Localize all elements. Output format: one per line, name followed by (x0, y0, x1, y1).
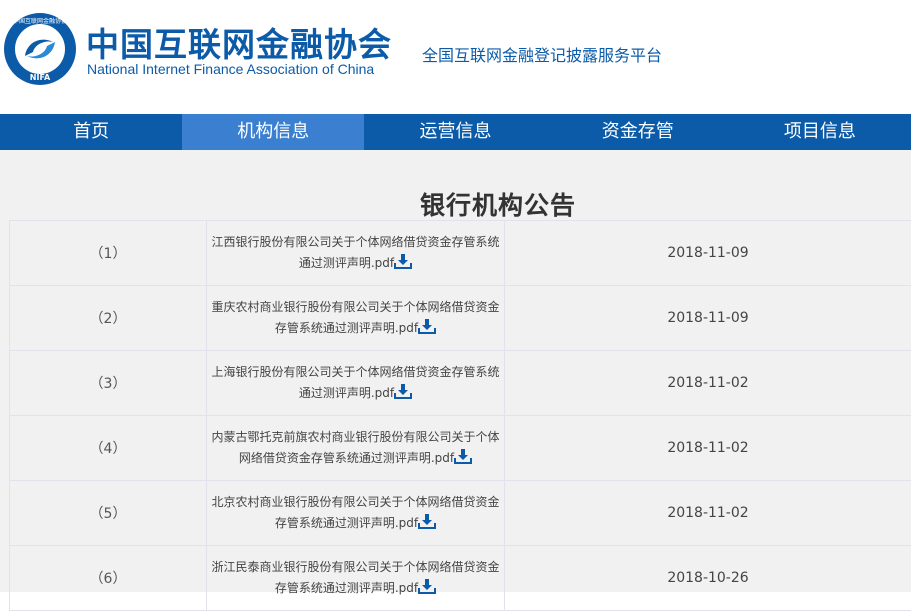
announcement-cell: 北京农村商业银行股份有限公司关于个体网络借贷资金存管系统通过测评声明.pdf (207, 481, 505, 545)
table-row: （4） 内蒙古鄂托克前旗农村商业银行股份有限公司关于个体网络借贷资金存管系统通过… (9, 416, 911, 481)
nav-item-operation-info[interactable]: 运营信息 (364, 114, 546, 150)
announcement-cell: 浙江民泰商业银行股份有限公司关于个体网络借贷资金存管系统通过测评声明.pdf (207, 546, 505, 610)
announcement-cell: 江西银行股份有限公司关于个体网络借贷资金存管系统通过测评声明.pdf (207, 221, 505, 285)
nav-item-home[interactable]: 首页 (0, 114, 182, 150)
announcement-link[interactable]: 重庆农村商业银行股份有限公司关于个体网络借贷资金存管系统通过测评声明.pdf (211, 300, 499, 335)
download-icon[interactable] (394, 254, 413, 269)
platform-name: 全国互联网金融登记披露服务平台 (422, 46, 663, 65)
logo-ring-text: 中国互联网金融协会 (13, 17, 67, 25)
announcement-date: 2018-11-09 (667, 310, 749, 326)
table-row: （3） 上海银行股份有限公司关于个体网络借贷资金存管系统通过测评声明.pdf 2… (9, 351, 911, 416)
announcement-date: 2018-10-26 (667, 570, 749, 586)
nav-item-fund-custody[interactable]: 资金存管 (547, 114, 729, 150)
announcement-link[interactable]: 上海银行股份有限公司关于个体网络借贷资金存管系统通过测评声明.pdf (211, 365, 499, 400)
table-row: （1） 江西银行股份有限公司关于个体网络借贷资金存管系统通过测评声明.pdf 2… (9, 221, 911, 286)
site-header: 中国互联网金融协会 NIFA 中国互联网金融协会 National Intern… (0, 0, 911, 114)
table-row: （5） 北京农村商业银行股份有限公司关于个体网络借贷资金存管系统通过测评声明.p… (9, 481, 911, 546)
table-row: （2） 重庆农村商业银行股份有限公司关于个体网络借贷资金存管系统通过测评声明.p… (9, 286, 911, 351)
announcement-link[interactable]: 江西银行股份有限公司关于个体网络借贷资金存管系统通过测评声明.pdf (211, 235, 499, 270)
page-title: 银行机构公告 (419, 191, 576, 220)
table-row: （6） 浙江民泰商业银行股份有限公司关于个体网络借贷资金存管系统通过测评声明.p… (9, 546, 911, 611)
announcement-date: 2018-11-02 (667, 505, 749, 521)
announcement-date: 2018-11-09 (667, 245, 749, 261)
row-number: （2） (10, 286, 207, 350)
nifa-logo[interactable]: 中国互联网金融协会 NIFA (3, 12, 77, 86)
announcement-cell: 上海银行股份有限公司关于个体网络借贷资金存管系统通过测评声明.pdf (207, 351, 505, 415)
row-number: （5） (10, 481, 207, 545)
announcement-link[interactable]: 浙江民泰商业银行股份有限公司关于个体网络借贷资金存管系统通过测评声明.pdf (211, 560, 499, 595)
org-name-cn: 中国互联网金融协会 (86, 25, 392, 64)
announcement-cell: 内蒙古鄂托克前旗农村商业银行股份有限公司关于个体网络借贷资金存管系统通过测评声明… (207, 416, 505, 480)
org-name-en: National Internet Finance Association of… (87, 61, 375, 77)
row-number: （1） (10, 221, 207, 285)
nav-item-institution-info[interactable]: 机构信息 (182, 114, 365, 150)
announcement-date: 2018-11-02 (667, 375, 749, 391)
logo-nifa-text: NIFA (30, 73, 51, 82)
nav-item-project-info[interactable]: 项目信息 (729, 114, 911, 150)
content-area: 银行机构公告 （1） 江西银行股份有限公司关于个体网络借贷资金存管系统通过测评声… (0, 150, 911, 611)
announcement-date: 2018-11-02 (667, 440, 749, 456)
row-number: （4） (10, 416, 207, 480)
announcement-link[interactable]: 北京农村商业银行股份有限公司关于个体网络借贷资金存管系统通过测评声明.pdf (211, 495, 499, 530)
main-nav: 首页 机构信息 运营信息 资金存管 项目信息 (0, 114, 911, 150)
download-icon[interactable] (454, 449, 473, 464)
download-icon[interactable] (418, 319, 437, 334)
announcement-table: （1） 江西银行股份有限公司关于个体网络借贷资金存管系统通过测评声明.pdf 2… (9, 220, 911, 611)
announcement-cell: 重庆农村商业银行股份有限公司关于个体网络借贷资金存管系统通过测评声明.pdf (207, 286, 505, 350)
row-number: （3） (10, 351, 207, 415)
download-icon[interactable] (394, 384, 413, 399)
download-icon[interactable] (418, 514, 437, 529)
row-number: （6） (10, 546, 207, 610)
